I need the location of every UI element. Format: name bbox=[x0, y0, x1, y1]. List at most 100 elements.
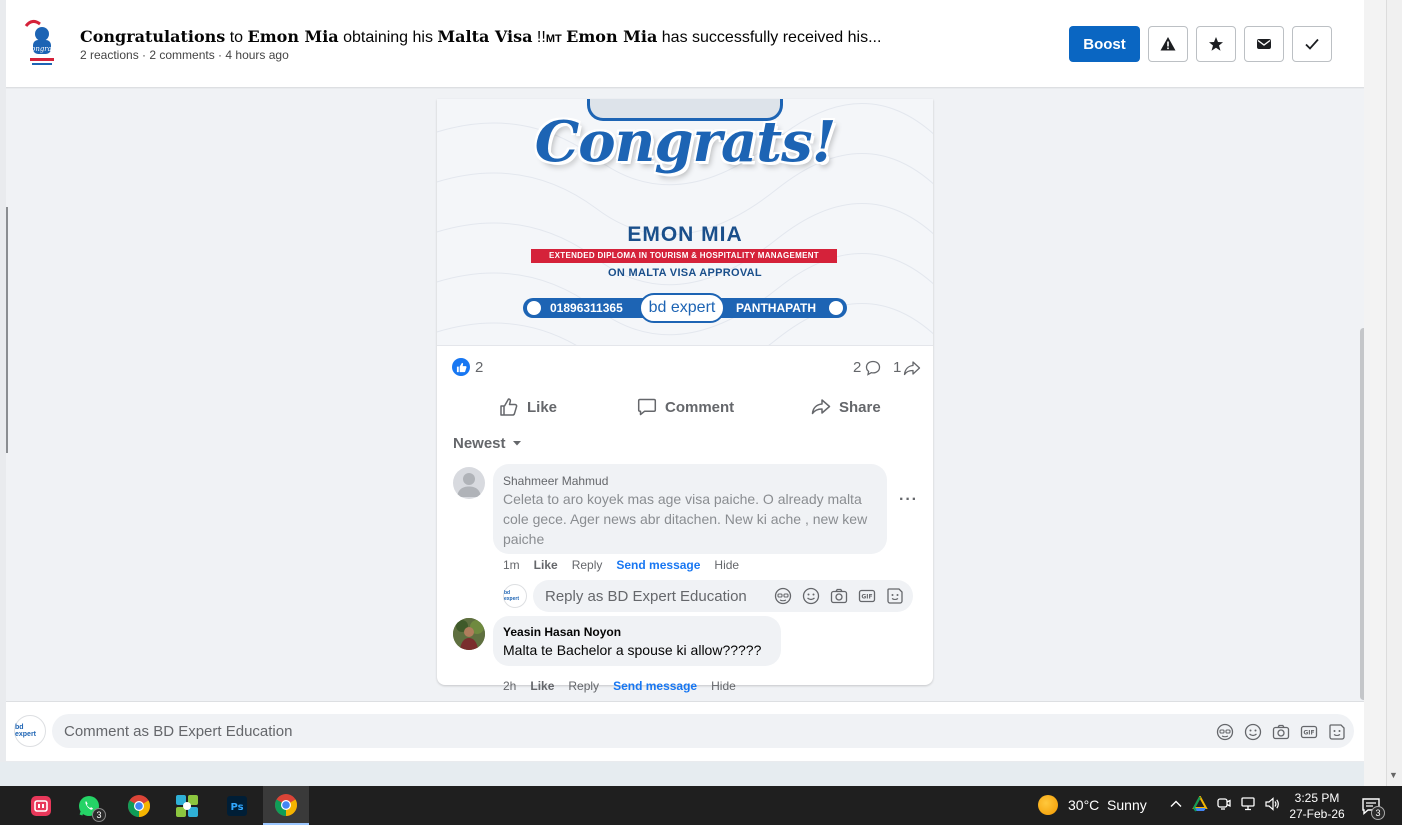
default-profile-icon bbox=[457, 473, 481, 497]
send-message-link[interactable]: Send message bbox=[616, 558, 700, 572]
title-word: Emon Mia bbox=[566, 27, 658, 46]
share-count[interactable]: 1 bbox=[893, 359, 901, 376]
send-message-link[interactable]: Send message bbox=[613, 679, 697, 693]
photoshop-icon: Ps bbox=[227, 795, 247, 816]
scroll-down-arrow-icon[interactable]: ▼ bbox=[1389, 770, 1398, 780]
svg-text:GIF: GIF bbox=[1303, 730, 1314, 737]
taskbar-app-chrome-active[interactable] bbox=[263, 786, 309, 825]
reply-avatar: bd expert bbox=[503, 584, 527, 608]
comment-bubble: Shahmeer Mahmud Celeta to aro koyek mas … bbox=[493, 464, 887, 554]
comment-author[interactable]: Shahmeer Mahmud bbox=[503, 474, 608, 488]
comment-meta: 2h Like Reply Send message Hide bbox=[503, 679, 736, 693]
comment-like-link[interactable]: Like bbox=[534, 558, 558, 572]
svg-text:GIF: GIF bbox=[861, 594, 872, 601]
comment-input[interactable] bbox=[52, 714, 1354, 748]
avatar-sticker-icon[interactable] bbox=[774, 587, 792, 605]
comment-count[interactable]: 2 bbox=[853, 359, 861, 376]
title-word: to bbox=[225, 29, 248, 46]
sun-icon bbox=[1038, 795, 1058, 815]
left-edge-rail bbox=[6, 207, 8, 453]
comment-button[interactable]: Comment bbox=[637, 393, 734, 421]
chrome-icon bbox=[128, 794, 150, 817]
webcam-icon[interactable] bbox=[1216, 796, 1232, 812]
svg-text:Congrats: Congrats bbox=[26, 45, 59, 53]
emoji-icon[interactable] bbox=[1244, 723, 1262, 741]
message-button[interactable] bbox=[1244, 26, 1284, 62]
hide-comment-link[interactable]: Hide bbox=[711, 679, 736, 693]
weather-widget[interactable]: 30°C Sunny bbox=[1038, 795, 1147, 815]
phone-icon bbox=[527, 301, 541, 315]
comment-meta: 1m Like Reply Send message Hide bbox=[503, 558, 739, 572]
contact-phone: 01896311365 bbox=[550, 301, 623, 315]
title-word: Malta Visa bbox=[437, 27, 533, 46]
comment-time[interactable]: 2h bbox=[503, 679, 516, 693]
sticker-icon[interactable] bbox=[1328, 723, 1346, 741]
comment-sort-dropdown[interactable]: Newest bbox=[453, 433, 522, 453]
sticker-icon[interactable] bbox=[886, 587, 904, 605]
post-card: Congrats! EMON MIA EXTENDED DIPLOMA IN T… bbox=[437, 99, 933, 693]
reply-input-tools: GIF bbox=[774, 587, 904, 605]
hide-comment-link[interactable]: Hide bbox=[714, 558, 739, 572]
page-avatar[interactable]: Congrats bbox=[22, 18, 62, 68]
camera-icon[interactable] bbox=[830, 587, 848, 605]
camera-icon[interactable] bbox=[1272, 723, 1290, 741]
brand-logo: bd expert bbox=[639, 293, 725, 323]
commenter-avatar[interactable] bbox=[453, 618, 485, 650]
gif-icon[interactable]: GIF bbox=[1300, 723, 1318, 741]
avatar-sticker-icon[interactable] bbox=[1216, 723, 1234, 741]
share-label: Share bbox=[839, 398, 881, 416]
system-tray bbox=[1168, 796, 1280, 812]
network-icon[interactable] bbox=[1240, 796, 1256, 812]
boost-button[interactable]: Boost bbox=[1069, 26, 1140, 62]
taskbar-app-gallery[interactable] bbox=[164, 786, 210, 825]
post-header: Congrats Congratulations to Emon Mia obt… bbox=[6, 0, 1364, 88]
taskbar-app-photoshop[interactable]: Ps bbox=[214, 786, 260, 825]
comment-text: Malta te Bachelor a spouse ki allow????? bbox=[503, 642, 762, 658]
location-pin-icon bbox=[829, 301, 843, 315]
volume-icon[interactable] bbox=[1264, 796, 1280, 812]
comment-time[interactable]: 1m bbox=[503, 558, 520, 572]
background-strip bbox=[0, 762, 1402, 786]
title-word: obtaining his bbox=[338, 29, 438, 46]
post-actions: Like Comment Share bbox=[437, 391, 933, 425]
taskbar-app-whatsapp[interactable]: 3 bbox=[66, 786, 112, 825]
caret-down-icon bbox=[512, 441, 521, 446]
post-image[interactable]: Congrats! EMON MIA EXTENDED DIPLOMA IN T… bbox=[437, 99, 933, 346]
comment-like-link[interactable]: Like bbox=[530, 679, 554, 693]
emoji-icon[interactable] bbox=[802, 587, 820, 605]
mail-icon bbox=[1257, 39, 1271, 49]
taskbar-app-screen-recorder[interactable] bbox=[18, 786, 64, 825]
composer-avatar: bd expert bbox=[14, 715, 46, 747]
comment-label: Comment bbox=[665, 398, 735, 416]
post-scroll-area[interactable]: Congrats! EMON MIA EXTENDED DIPLOMA IN T… bbox=[6, 89, 1364, 701]
approval-line: ON MALTA VISA APPROVAL bbox=[608, 267, 762, 279]
drive-icon[interactable] bbox=[1192, 796, 1208, 812]
contact-location: PANTHAPATH bbox=[736, 301, 816, 315]
gif-icon[interactable]: GIF bbox=[858, 587, 876, 605]
mark-done-button[interactable] bbox=[1292, 26, 1332, 62]
comment-reply-link[interactable]: Reply bbox=[572, 558, 603, 572]
comment-options-button[interactable]: ··· bbox=[899, 491, 918, 509]
contact-bar: 01896311365 bd expert PANTHAPATH bbox=[523, 293, 847, 323]
warning-icon bbox=[1160, 37, 1176, 51]
comment-author[interactable]: Yeasin Hasan Noyon bbox=[503, 625, 621, 639]
like-button[interactable]: Like bbox=[499, 393, 557, 421]
reaction-count[interactable]: 2 bbox=[475, 359, 483, 376]
clock-date: 27-Feb-26 bbox=[1289, 807, 1345, 821]
favorite-button[interactable] bbox=[1196, 26, 1236, 62]
post-title[interactable]: Congratulations to Emon Mia obtaining hi… bbox=[80, 27, 881, 47]
chevron-up-icon[interactable] bbox=[1168, 796, 1184, 812]
report-button[interactable] bbox=[1148, 26, 1188, 62]
commenter-avatar[interactable] bbox=[453, 467, 485, 499]
comment-composer: bd expert GIF bbox=[6, 701, 1364, 761]
title-word: Congratulations bbox=[80, 27, 226, 46]
taskbar-clock[interactable]: 3:25 PM 27-Feb-26 bbox=[1288, 790, 1346, 822]
congrats-headline: Congrats! bbox=[534, 109, 837, 175]
like-reaction-icon[interactable] bbox=[452, 358, 470, 376]
taskbar-app-chrome[interactable] bbox=[116, 786, 162, 825]
app-window: Congrats Congratulations to Emon Mia obt… bbox=[0, 0, 1402, 825]
browser-scrollbar[interactable] bbox=[1386, 0, 1402, 786]
comment-reply-link[interactable]: Reply bbox=[568, 679, 599, 693]
share-button[interactable]: Share bbox=[811, 393, 881, 421]
check-icon bbox=[1305, 38, 1319, 50]
